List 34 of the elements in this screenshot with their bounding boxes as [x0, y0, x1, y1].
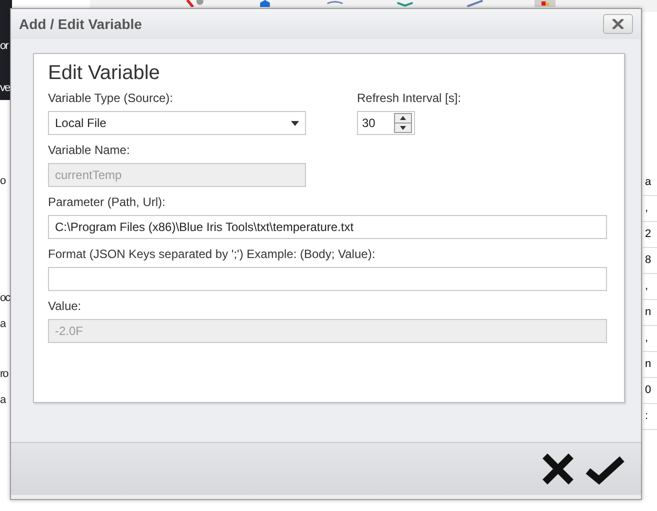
cancel-button[interactable] [541, 453, 575, 485]
text-fragment: or [0, 40, 10, 52]
text-fragment: a [0, 394, 7, 406]
text-fragment: n [643, 300, 657, 326]
window-title: Add / Edit Variable [19, 16, 142, 32]
field-label: Refresh Interval [s]: [357, 91, 462, 105]
text-fragment: ro [0, 368, 10, 380]
spin-buttons[interactable] [394, 113, 412, 133]
field-label: Variable Name: [48, 143, 131, 157]
input-field[interactable] [48, 267, 607, 291]
text-fragment: 2 [643, 222, 657, 248]
field-label: Value: [48, 299, 82, 313]
close-icon [612, 19, 624, 29]
caret-icon [291, 120, 299, 126]
text-fragment: n [643, 352, 657, 378]
text-fragment: ve [0, 82, 10, 94]
number-spinner[interactable]: 30 [357, 111, 415, 135]
text-fragment: : [643, 404, 657, 430]
text-fragment: o [0, 175, 7, 187]
text-fragment: , [643, 326, 657, 352]
text-fragment: a [643, 170, 657, 196]
field-label: Variable Type (Source): [48, 91, 174, 105]
close-button[interactable] [603, 14, 633, 34]
text-fragment: , [643, 196, 657, 222]
text-fragment: , [643, 274, 657, 300]
field-label: Format (JSON Keys separated by ';') Example: (Body; Value): [48, 247, 376, 261]
field-label: Parameter (Path, Url): [48, 195, 166, 209]
text-fragment: oc [0, 292, 10, 304]
dialog-heading: Edit Variable [48, 62, 161, 85]
input-field[interactable]: C:\Program Files (x86)\Blue Iris Tools\txt\temperature.txt [48, 215, 607, 239]
dropdown[interactable]: Local File [48, 111, 306, 135]
text-fragment: 0 [643, 378, 657, 404]
text-fragment: a [0, 318, 7, 330]
text-fragment: 8 [643, 248, 657, 274]
